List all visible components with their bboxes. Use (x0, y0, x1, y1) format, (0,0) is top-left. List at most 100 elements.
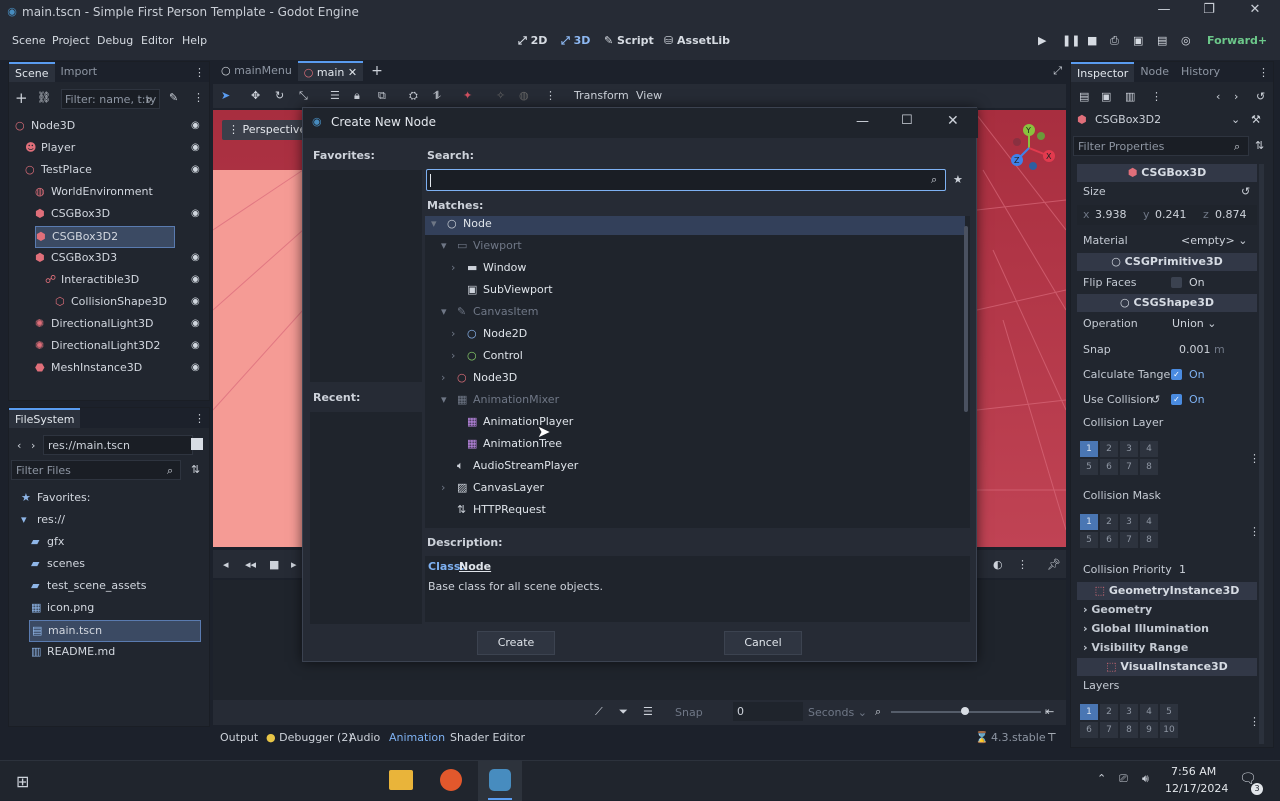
match-item[interactable]: ▾ ▭ Viewport (425, 235, 965, 257)
match-item[interactable]: ▾ ✎ CanvasItem (425, 301, 965, 323)
scene-tree-item[interactable]: ✺ DirectionalLight3D (35, 314, 205, 336)
perspective-button[interactable]: ⋮ Perspective (222, 120, 313, 140)
visibility-eye-icon[interactable]: ◉ (191, 208, 200, 219)
cancel-button[interactable]: Cancel (724, 631, 802, 655)
file-tree-item[interactable]: ★ Favorites: (19, 488, 191, 510)
section-csgshape3d[interactable]: ○ CSGShape3D (1077, 294, 1257, 312)
bezier-icon[interactable]: ⟋ (595, 705, 603, 719)
anim-menu-icon[interactable]: ⋮ (1017, 558, 1028, 571)
history-back-icon[interactable]: ‹ (1216, 90, 1220, 103)
create-button[interactable]: Create (477, 631, 555, 655)
onion-icon[interactable]: ◐ (993, 558, 1003, 571)
workspace-2d-button[interactable]: ⤢ 2D (518, 34, 547, 48)
object-selector[interactable]: ⬢ CSGBox3D2 ⌄ ⚒ (1073, 112, 1271, 130)
toolbar-menu-icon[interactable]: ⋮ (545, 89, 556, 102)
clock-time[interactable]: 7:56 AM (1171, 765, 1216, 778)
revert-icon[interactable]: ↺ (1151, 393, 1160, 406)
tab-animation[interactable]: Animation (389, 731, 445, 744)
scene-tree-item[interactable]: ☍ Interactible3D (45, 270, 215, 292)
expand-arrow-icon[interactable]: › (451, 327, 455, 340)
tab-inspector[interactable]: Inspector (1071, 62, 1135, 82)
geometry-group[interactable]: › Geometry (1083, 603, 1152, 616)
menu-project[interactable]: Project (52, 34, 90, 47)
visibility-eye-icon[interactable]: ◉ (191, 142, 200, 153)
fullscreen-icon[interactable]: ⤢ (1053, 64, 1066, 78)
matches-scrollbar[interactable] (964, 226, 968, 412)
timeline-snap-label[interactable]: Snap (675, 706, 703, 719)
dock-menu-icon[interactable]: ⋮ (194, 66, 209, 79)
size-z[interactable]: 0.874 (1215, 208, 1247, 221)
scene-tree-item[interactable]: ⬣ MeshInstance3D (35, 358, 205, 380)
clock-date[interactable]: 12/17/2024 (1165, 782, 1228, 795)
filter-settings-icon[interactable]: ⇅ (1255, 139, 1264, 152)
file-tree-item[interactable]: ▾ res:// (19, 510, 191, 532)
workspace-script-button[interactable]: ✎ Script (604, 34, 654, 47)
menu-debug[interactable]: Debug (97, 34, 133, 47)
calculate-tangents-checkbox[interactable]: ✓ (1171, 369, 1182, 380)
section-geometryinstance3d[interactable]: ⬚ GeometryInstance3D (1077, 582, 1257, 600)
collision-layer-grid[interactable]: 1234 5678 (1079, 440, 1169, 476)
env-preview-icon[interactable]: ◍ (519, 89, 529, 102)
section-csgbox3d[interactable]: ⬢ CSGBox3D (1077, 164, 1257, 182)
tab-main[interactable]: ○ main ✕ (297, 61, 364, 81)
visibility-eye-icon[interactable]: ◉ (191, 252, 200, 263)
operation-select[interactable]: Union ⌄ (1172, 317, 1217, 330)
expand-arrow-icon[interactable]: ▾ (441, 305, 447, 318)
object-history-icon[interactable]: ↺ (1256, 90, 1265, 103)
add-node-icon[interactable]: + (15, 89, 28, 107)
firefox-icon[interactable] (440, 769, 462, 791)
group-icon[interactable]: ⧉ (378, 89, 386, 103)
menu-scene[interactable]: Scene (12, 34, 46, 47)
workspace-assetlib-button[interactable]: ⛁ AssetLib (664, 34, 730, 47)
match-item[interactable]: ▣ SubViewport (425, 279, 965, 301)
scene-tree-item[interactable]: ✺ DirectionalLight3D2 (35, 336, 205, 358)
menu-editor[interactable]: Editor (141, 34, 174, 47)
expand-arrow-icon[interactable]: › (441, 371, 445, 384)
expand-arrow-icon[interactable]: › (451, 349, 455, 362)
dialog-maximize-icon[interactable]: ☐ (901, 113, 913, 128)
dock-menu-icon[interactable]: ⋮ (1258, 66, 1273, 79)
filter-icon[interactable]: ⏷ (619, 705, 628, 719)
select-tool-icon[interactable]: ➤ (221, 89, 230, 102)
scene-tree-item[interactable]: ○ TestPlace (25, 160, 195, 182)
play-anim-icon[interactable]: ▸ (291, 558, 297, 571)
match-item[interactable]: ▦ AnimationTree (425, 433, 965, 455)
visibility-eye-icon[interactable]: ◉ (191, 340, 200, 351)
file-tree-item[interactable]: ▰ test_scene_assets (29, 576, 201, 598)
matches-tree[interactable]: ▾ ○ Node ▾ ▭ Viewport › ▬ Window ▣ SubViewport ▾ ✎ Ca… (425, 216, 970, 528)
match-item[interactable]: ⇅ HTTPRequest (425, 499, 965, 521)
size-x[interactable]: 3.938 (1095, 208, 1127, 221)
add-tab-icon[interactable]: + (363, 63, 383, 79)
tab-mainmenu[interactable]: ○ mainMenu (213, 61, 298, 81)
close-icon[interactable]: ✕ (1235, 2, 1275, 22)
expand-arrow-icon[interactable]: › (451, 261, 455, 274)
list-icon[interactable]: ☰ (643, 705, 653, 718)
visibility-eye-icon[interactable]: ◉ (191, 274, 200, 285)
godot-taskbar-item[interactable] (478, 761, 522, 801)
dialog-close-icon[interactable]: ✕ (947, 113, 959, 129)
lock-icon[interactable]: 🔒︎ (354, 89, 360, 103)
section-visualinstance3d[interactable]: ⬚ VisualInstance3D (1077, 658, 1257, 676)
visibility-range-group[interactable]: › Visibility Range (1083, 641, 1188, 654)
match-item[interactable]: › ▨ CanvasLayer (425, 477, 965, 499)
forward-icon[interactable]: › (31, 439, 35, 452)
scene-tree-item[interactable]: ⬢ CSGBox3D3 (35, 248, 205, 270)
stop-anim-icon[interactable]: ■ (269, 558, 279, 571)
snap-value-field[interactable]: 0 (733, 702, 803, 721)
expand-arrow-icon[interactable]: › (441, 481, 445, 494)
match-item[interactable]: ▾ ▦ AnimationMixer (425, 389, 965, 411)
close-tab-icon[interactable]: ✕ (348, 66, 357, 79)
tab-history[interactable]: History (1175, 62, 1226, 82)
wrench-icon[interactable]: ⚒ (1251, 113, 1261, 126)
file-tree-item[interactable]: ▰ gfx (29, 532, 201, 554)
workspace-3d-button[interactable]: ⤢ 3D (561, 34, 590, 48)
play-icon[interactable]: ▶ (1038, 34, 1046, 47)
pause-icon[interactable]: ❚❚ (1062, 34, 1080, 47)
renderer-select[interactable]: Forward+ (1207, 34, 1267, 47)
favorite-star-icon[interactable]: ★ (953, 173, 963, 186)
match-item[interactable]: ▦ AnimationPlayer (425, 411, 965, 433)
material-value[interactable]: <empty> ⌄ (1181, 234, 1247, 247)
play-scene-icon[interactable]: ▣ (1133, 34, 1143, 47)
scene-tree-item[interactable]: ☻ Player (25, 138, 195, 160)
history-forward-icon[interactable]: › (1234, 90, 1238, 103)
